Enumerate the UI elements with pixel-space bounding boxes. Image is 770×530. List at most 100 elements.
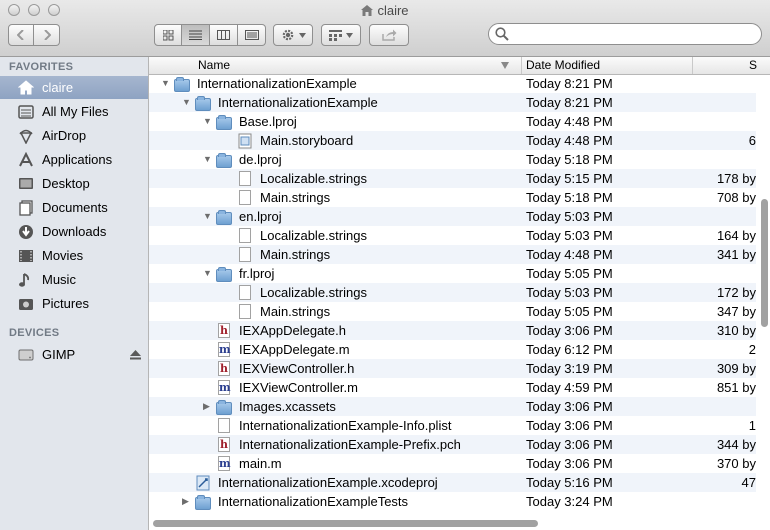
document-icon: [237, 228, 253, 244]
list-view-button[interactable]: [182, 24, 210, 46]
table-row[interactable]: ▼ InternationalizationExample Today 8:21 P…: [149, 93, 756, 112]
table-row[interactable]: m IEXAppDelegate.m Today 6:12 PM 2: [149, 340, 756, 359]
name-column-header[interactable]: Name: [198, 58, 230, 72]
document-icon: [237, 247, 253, 263]
folder-icon: [216, 209, 232, 225]
size-column-header[interactable]: S: [749, 58, 757, 72]
sidebar-item-claire[interactable]: claire: [0, 76, 148, 99]
table-row[interactable]: h InternationalizationExample-Prefix.pch T…: [149, 435, 756, 454]
action-menu-button[interactable]: [273, 24, 313, 46]
column-divider[interactable]: [692, 57, 693, 74]
sidebar-item-movies[interactable]: Movies: [0, 244, 148, 267]
eject-icon[interactable]: [130, 348, 141, 363]
table-row[interactable]: ▼ de.lproj Today 5:18 PM: [149, 150, 756, 169]
pictures-icon: [17, 295, 35, 313]
column-divider[interactable]: [521, 57, 522, 74]
file-name: IEXAppDelegate.h: [239, 323, 346, 338]
table-row[interactable]: Main.storyboard Today 4:48 PM 6: [149, 131, 756, 150]
table-row[interactable]: Localizable.strings Today 5:03 PM 172 by: [149, 283, 756, 302]
table-row[interactable]: ▼ InternationalizationExample Today 8:21 P…: [149, 74, 756, 93]
file-size: 1: [748, 418, 756, 433]
file-name: main.m: [239, 456, 282, 471]
disclosure-open-icon[interactable]: ▼: [203, 150, 213, 169]
music-icon: [17, 271, 35, 289]
sidebar-item-pictures[interactable]: Pictures: [0, 292, 148, 315]
cover-flow-view-button[interactable]: [238, 24, 266, 46]
vertical-scrollbar[interactable]: [761, 199, 768, 327]
sidebar-item-downloads[interactable]: Downloads: [0, 220, 148, 243]
file-size: 309 by: [716, 361, 756, 376]
home-icon: [17, 79, 35, 97]
table-row[interactable]: m main.m Today 3:06 PM 370 by: [149, 454, 756, 473]
disclosure-closed-icon[interactable]: ▶: [182, 492, 192, 511]
disclosure-open-icon[interactable]: ▼: [203, 112, 213, 131]
table-row[interactable]: h IEXViewController.h Today 3:19 PM 309 by: [149, 359, 756, 378]
sidebar-item-desktop[interactable]: Desktop: [0, 172, 148, 195]
file-date-modified: Today 3:06 PM: [526, 399, 613, 414]
table-row[interactable]: ▶ Images.xcassets Today 3:06 PM: [149, 397, 756, 416]
forward-button[interactable]: [34, 24, 60, 46]
sidebar-item-all-my-files[interactable]: All My Files: [0, 100, 148, 123]
date-column-header[interactable]: Date Modified: [526, 58, 600, 72]
search-icon: [495, 27, 509, 41]
table-row[interactable]: InternationalizationExample-Info.plist To…: [149, 416, 756, 435]
sidebar-item-music[interactable]: Music: [0, 268, 148, 291]
documents-icon: [17, 199, 35, 217]
sidebar-item-gimp[interactable]: GIMP: [0, 343, 148, 366]
file-date-modified: Today 5:15 PM: [526, 171, 613, 186]
sidebar-item-label: Documents: [42, 200, 108, 215]
sidebar-item-applications[interactable]: Applications: [0, 148, 148, 171]
table-row[interactable]: Localizable.strings Today 5:15 PM 178 by: [149, 169, 756, 188]
file-date-modified: Today 3:06 PM: [526, 437, 613, 452]
back-button[interactable]: [8, 24, 34, 46]
file-date-modified: Today 6:12 PM: [526, 342, 613, 357]
table-row[interactable]: ▼ en.lproj Today 5:03 PM: [149, 207, 756, 226]
sidebar-item-documents[interactable]: Documents: [0, 196, 148, 219]
table-row[interactable]: InternationalizationExample.xcodeproj Tod…: [149, 473, 756, 492]
chevron-right-icon: [43, 30, 51, 40]
sidebar-item-label: AirDrop: [42, 128, 87, 143]
file-name: IEXViewController.m: [239, 380, 358, 395]
file-name: Main.storyboard: [260, 133, 354, 148]
column-view-button[interactable]: [210, 24, 238, 46]
airdrop-icon: [17, 127, 35, 145]
disclosure-open-icon[interactable]: ▼: [182, 93, 192, 112]
icon-grid-icon: [162, 29, 173, 40]
sidebar-item-label: Music: [42, 272, 76, 287]
table-row[interactable]: Main.strings Today 5:18 PM 708 by: [149, 188, 756, 207]
sidebar-item-label: Desktop: [42, 176, 90, 191]
file-name: fr.lproj: [239, 266, 275, 281]
table-row[interactable]: Localizable.strings Today 5:03 PM 164 by: [149, 226, 756, 245]
file-date-modified: Today 4:59 PM: [526, 380, 613, 395]
file-size: 2: [748, 342, 756, 357]
disclosure-closed-icon[interactable]: ▶: [203, 397, 213, 416]
movies-icon: [17, 247, 35, 265]
file-size: 310 by: [716, 323, 756, 338]
disclosure-open-icon[interactable]: ▼: [203, 264, 213, 283]
table-row[interactable]: Main.strings Today 4:48 PM 341 by: [149, 245, 756, 264]
disclosure-open-icon[interactable]: ▼: [161, 74, 171, 93]
file-size: 172 by: [716, 285, 756, 300]
search-input[interactable]: [513, 26, 757, 44]
table-row[interactable]: ▶ InternationalizationExampleTests Today 3…: [149, 492, 756, 511]
sidebar-item-label: Movies: [42, 248, 84, 263]
share-button[interactable]: [369, 24, 409, 46]
table-row[interactable]: h IEXAppDelegate.h Today 3:06 PM 310 by: [149, 321, 756, 340]
gear-icon: [282, 29, 293, 41]
dropdown-arrow-icon: [298, 32, 306, 38]
source-file-icon: m: [218, 342, 231, 357]
horizontal-scrollbar[interactable]: [153, 520, 538, 527]
icon-view-button[interactable]: [154, 24, 182, 46]
disclosure-open-icon[interactable]: ▼: [203, 207, 213, 226]
list-header: Name Date Modified S: [149, 57, 770, 75]
sidebar-item-airdrop[interactable]: AirDrop: [0, 124, 148, 147]
table-row[interactable]: m IEXViewController.m Today 4:59 PM 851 by: [149, 378, 756, 397]
search-field[interactable]: [488, 23, 762, 45]
view-mode-control: [154, 24, 266, 46]
folder-icon: [216, 399, 232, 415]
table-row[interactable]: Main.strings Today 5:05 PM 347 by: [149, 302, 756, 321]
arrange-menu-button[interactable]: [321, 24, 361, 46]
file-size: 164 by: [716, 228, 756, 243]
table-row[interactable]: ▼ fr.lproj Today 5:05 PM: [149, 264, 756, 283]
table-row[interactable]: ▼ Base.lproj Today 4:48 PM: [149, 112, 756, 131]
